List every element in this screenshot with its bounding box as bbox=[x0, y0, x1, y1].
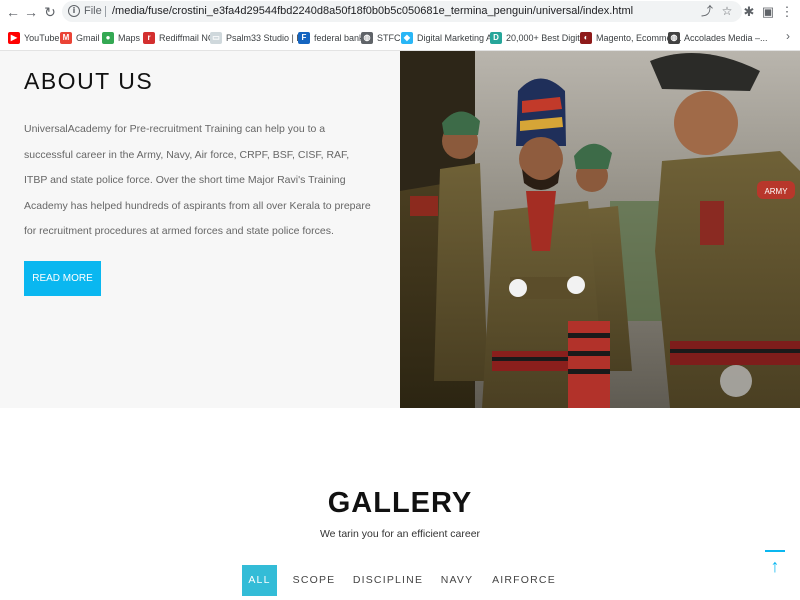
read-more-button[interactable]: READ MORE bbox=[24, 261, 101, 296]
scheme-label: File bbox=[84, 5, 102, 17]
bookmarks-overflow-icon[interactable]: › bbox=[786, 29, 790, 43]
browser-menu-icon[interactable]: ⋮ bbox=[778, 3, 796, 21]
filter-airforce[interactable]: AIRFORCE bbox=[490, 565, 558, 596]
back-to-top-bar bbox=[765, 550, 785, 552]
gmail-icon: M bbox=[60, 31, 72, 44]
address-divider bbox=[105, 6, 106, 17]
filter-all[interactable]: ALL bbox=[242, 565, 277, 596]
extensions-icon[interactable]: ✱ bbox=[740, 3, 758, 21]
rediffmail-icon: r bbox=[143, 31, 155, 44]
digital-marketing-icon: ◆ bbox=[401, 31, 413, 44]
bookmark-best-digital[interactable]: D 20,000+ Best Digita... bbox=[490, 30, 592, 45]
bookmark-federal-bank[interactable]: F federal bank bbox=[298, 30, 364, 45]
filter-scope[interactable]: SCOPE bbox=[289, 565, 339, 596]
bookmark-stfc[interactable]: ◍ STFC bbox=[361, 30, 401, 45]
bookmark-star-icon[interactable]: ☆ bbox=[719, 3, 735, 19]
soldiers-photo: ARMY bbox=[400, 51, 800, 408]
side-panel-icon[interactable]: ▣ bbox=[759, 3, 777, 21]
accolades-icon: ◍ bbox=[668, 31, 680, 44]
bookmark-label: Maps bbox=[118, 32, 141, 43]
maps-icon: ● bbox=[102, 31, 114, 44]
bookmark-rediffmail[interactable]: r Rediffmail NG bbox=[143, 30, 215, 45]
back-icon[interactable]: ← bbox=[4, 3, 22, 21]
reload-icon[interactable]: ↻ bbox=[41, 3, 59, 21]
about-description: UniversalAcademy for Pre-recruitment Tra… bbox=[24, 123, 371, 237]
url-text[interactable]: /media/fuse/crostini_e3fa4d29544fbd2240d… bbox=[112, 4, 633, 19]
forward-icon[interactable]: → bbox=[22, 3, 40, 21]
gallery-title: GALLERY bbox=[327, 487, 473, 519]
best-digital-icon: D bbox=[490, 31, 502, 44]
bookmark-label: Gmail bbox=[76, 32, 100, 43]
filter-discipline[interactable]: DISCIPLINE bbox=[352, 565, 424, 596]
bookmark-youtube[interactable]: ▶ YouTube bbox=[8, 30, 59, 45]
magento-icon: ◐ bbox=[580, 31, 592, 44]
bookmark-label: YouTube bbox=[24, 32, 60, 43]
bookmark-label: STFC bbox=[377, 32, 401, 43]
back-to-top-button[interactable]: ↑ bbox=[765, 550, 785, 580]
about-section: ABOUT US UniversalAcademy for Pre-recrui… bbox=[0, 51, 400, 408]
bookmark-magento[interactable]: ◐ Magento, Ecommer... bbox=[580, 30, 682, 45]
bookmark-gmail[interactable]: M Gmail bbox=[60, 30, 100, 45]
federal-bank-icon: F bbox=[298, 31, 310, 44]
bookmark-label: Rediffmail NG bbox=[159, 32, 215, 43]
bookmark-label: Accolades Media –... bbox=[684, 32, 768, 43]
bookmark-label: federal bank bbox=[314, 32, 364, 43]
stfc-icon: ◍ bbox=[361, 31, 373, 44]
bookmark-digital-marketing[interactable]: ◆ Digital Marketing A... bbox=[401, 30, 500, 45]
youtube-icon: ▶ bbox=[8, 31, 20, 44]
address-bar[interactable]: i File /media/fuse/crostini_e3fa4d29544f… bbox=[62, 1, 742, 22]
about-title: ABOUT US bbox=[24, 68, 154, 94]
army-badge-text: ARMY bbox=[764, 187, 788, 196]
browser-toolbar: ← → ↻ i File /media/fuse/crostini_e3fa4d… bbox=[0, 0, 800, 24]
bookmark-maps[interactable]: ● Maps bbox=[102, 30, 140, 45]
bookmark-label: Digital Marketing A... bbox=[417, 32, 500, 43]
bookmark-accolades[interactable]: ◍ Accolades Media –... bbox=[668, 30, 768, 45]
filter-navy[interactable]: NAVY bbox=[437, 565, 477, 596]
bookmark-psalm33[interactable]: ▭ Psalm33 Studio | R... bbox=[210, 30, 310, 45]
arrow-up-icon: ↑ bbox=[770, 556, 780, 576]
bookmarks-bar: ▶ YouTube M Gmail ● Maps r Rediffmail NG… bbox=[0, 24, 800, 51]
site-info-icon[interactable]: i bbox=[68, 5, 80, 17]
gallery-subtitle: We tarin you for an efficient career bbox=[319, 528, 481, 540]
psalm33-icon: ▭ bbox=[210, 31, 222, 44]
share-icon[interactable]: ⤴ bbox=[699, 3, 715, 19]
